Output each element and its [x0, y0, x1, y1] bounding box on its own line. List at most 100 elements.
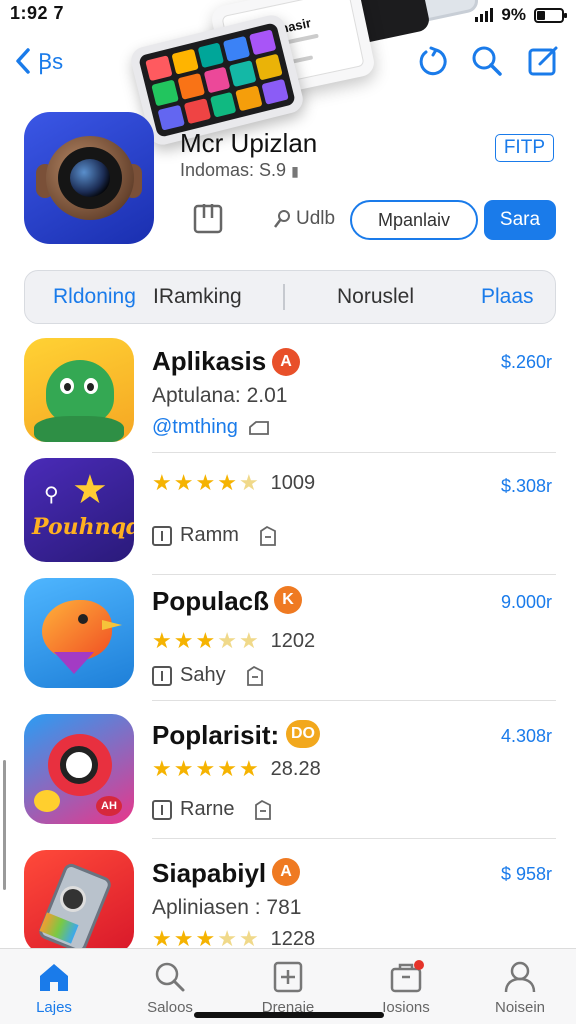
- tab-divider: [283, 284, 285, 310]
- chevron-left-icon: [16, 48, 30, 74]
- add-box-icon: [273, 961, 303, 993]
- tabbar-label: Noisein: [494, 999, 546, 1016]
- home-icon: [40, 964, 68, 991]
- star-icon: ★: [238, 628, 259, 653]
- app-name: Populacß: [152, 586, 270, 616]
- bookmark-icon: [259, 525, 276, 546]
- app-price[interactable]: $.260r: [501, 352, 552, 373]
- row-divider: [152, 574, 556, 575]
- app-name: Poplarisit:: [152, 720, 280, 750]
- tab-3[interactable]: Plaas: [481, 271, 534, 323]
- key-icon: [274, 210, 290, 228]
- ftp-badge[interactable]: FITP: [494, 134, 554, 162]
- app-subtitle: Indomas: S.9 ▮: [180, 160, 299, 181]
- rating-count: 1202: [270, 630, 316, 652]
- developer-link[interactable]: @tmthing: [152, 416, 270, 439]
- rating-stars: ★ ★ ★ ★ ★ 1228: [152, 926, 315, 951]
- app-meta: Ramm: [152, 524, 279, 547]
- star-icon: ★: [195, 756, 216, 781]
- monster-app-icon[interactable]: AH: [24, 714, 134, 824]
- nav-icons: [414, 44, 560, 78]
- app-subtitle: Aptulana: 2.01: [152, 384, 288, 407]
- rating-count: 28.28: [270, 758, 321, 780]
- star-game-app-icon[interactable]: ★ ⚲ Pouhnqd: [24, 458, 134, 562]
- tabbar-item-profile[interactable]: Noisein: [472, 959, 568, 1016]
- tabbar-item-add[interactable]: Drenaie: [240, 959, 336, 1016]
- app-subtitle-text: Indomas: S.9: [180, 160, 287, 180]
- tab-1[interactable]: IRamking: [153, 271, 242, 323]
- status-right: 9%: [475, 5, 567, 25]
- tag-icon: [248, 420, 269, 435]
- app-name: Aplikasis: [152, 346, 267, 376]
- list-item[interactable]: Aplikasis A $.260r Aptulana: 2.01 @tmthi…: [0, 334, 576, 453]
- tab-0[interactable]: Rldoning: [53, 271, 136, 323]
- star-icon: ★: [173, 756, 194, 781]
- app-meta: Sahy: [152, 664, 266, 687]
- nav-bar: Ꞵs: [0, 40, 576, 90]
- bookmark-icon: [246, 665, 263, 686]
- tag-label-text: Udlb: [296, 208, 336, 229]
- row-divider: [152, 838, 556, 839]
- tabbar-label: Lajes: [36, 999, 72, 1016]
- tabbar-item-home[interactable]: Lajes: [6, 959, 102, 1016]
- star-icon: ★: [152, 628, 172, 653]
- rating-stars: ★ ★ ★ ★ ★ 1009: [152, 470, 316, 495]
- scroll-indicator[interactable]: [3, 760, 6, 890]
- star-icon: ★: [217, 756, 237, 781]
- status-bar: 1:92 7 9%: [0, 0, 576, 30]
- star-icon: ★: [238, 470, 259, 495]
- info-icon: [152, 525, 172, 546]
- share-button[interactable]: [192, 198, 224, 234]
- app-price[interactable]: 4.308r: [501, 726, 552, 747]
- badge-2: K: [274, 586, 302, 614]
- bird-app-icon[interactable]: [24, 578, 134, 688]
- app-header: Mcr Upizlan Indomas: S.9 ▮ FITP Udlb Mpa…: [0, 108, 576, 258]
- bookmark-icon: [255, 799, 272, 820]
- star-icon: ★: [173, 628, 194, 653]
- search-icon[interactable]: [470, 44, 504, 78]
- battery-percent: 9%: [501, 5, 526, 24]
- rating-stars: ★ ★ ★ ★ ★ 28.28: [152, 756, 321, 781]
- back-button[interactable]: Ꞵs: [12, 46, 63, 76]
- meta-text: Rarne: [180, 798, 235, 820]
- badge-4: A: [272, 858, 300, 886]
- person-icon: [504, 961, 536, 993]
- camera-app-icon[interactable]: [24, 112, 154, 244]
- star-icon: ★: [217, 926, 237, 951]
- star-icon: ★: [152, 756, 172, 781]
- rating-count: 1009: [270, 472, 316, 494]
- star-icon: ★: [195, 470, 216, 495]
- signal-icon: [475, 8, 494, 22]
- camera-device-app-icon[interactable]: [24, 850, 134, 954]
- app-name: Siapabiyl: [152, 858, 267, 888]
- home-indicator[interactable]: [194, 1012, 384, 1018]
- star-icon: ★: [217, 470, 237, 495]
- info-icon: [152, 665, 172, 686]
- tag-label[interactable]: Udlb: [272, 208, 335, 230]
- developer-link-text: @tmthing: [152, 416, 238, 438]
- badge-0: A: [272, 348, 300, 376]
- app-price[interactable]: 9.000r: [501, 592, 552, 613]
- list-item[interactable]: AH Poplarisit: DO 4.308r ★ ★ ★ ★ ★ 28.28…: [0, 712, 576, 839]
- app-price[interactable]: $.308r: [501, 476, 552, 497]
- list-item[interactable]: Siapabiyl A $ 958r Apliniasen : 781 ★ ★ …: [0, 848, 576, 954]
- star-icon: ★: [173, 470, 194, 495]
- tabbar-item-search[interactable]: Saloos: [122, 959, 218, 1016]
- back-label: Ꞵs: [38, 49, 64, 74]
- battery-icon: [534, 7, 567, 23]
- segmented-tabs: Rldoning IRamking Noruslel Plaas: [24, 270, 556, 324]
- primary-button[interactable]: Sara: [484, 200, 556, 240]
- refresh-icon[interactable]: [414, 44, 448, 78]
- list-item[interactable]: Populacß K 9.000r ★ ★ ★ ★ ★ 1202 Sahy: [0, 576, 576, 701]
- star-icon: ★: [152, 926, 172, 951]
- meta-text: Ramm: [180, 524, 239, 546]
- turtle-app-icon[interactable]: [24, 338, 134, 442]
- secondary-button[interactable]: Mpanlaiv: [350, 200, 478, 240]
- app-price[interactable]: $ 958r: [501, 864, 552, 885]
- rating-stars: ★ ★ ★ ★ ★ 1202: [152, 628, 316, 653]
- info-icon: [152, 799, 172, 820]
- tab-2[interactable]: Noruslel: [337, 271, 414, 323]
- list-item[interactable]: ★ ⚲ Pouhnqd ★ ★ ★ ★ ★ 1009 $.308r Ramm: [0, 454, 576, 575]
- edit-icon[interactable]: [526, 44, 560, 78]
- tabbar-item-bag[interactable]: Iosions: [358, 959, 454, 1016]
